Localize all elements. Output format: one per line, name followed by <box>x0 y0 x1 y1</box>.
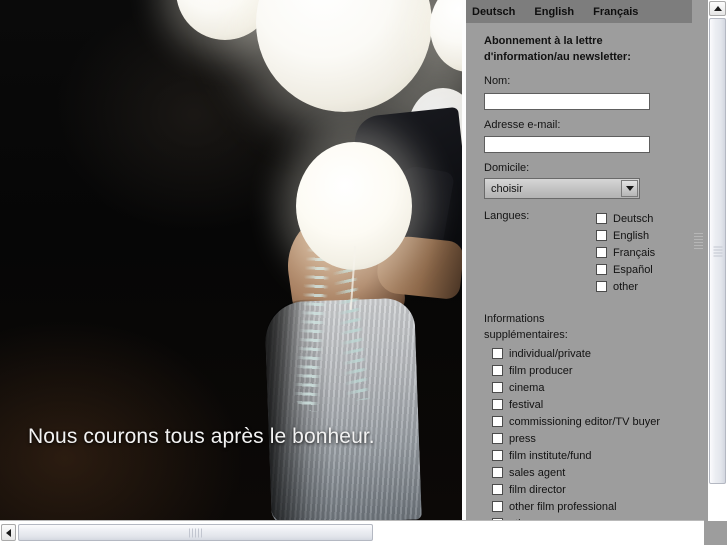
checkbox-icon[interactable] <box>492 348 503 359</box>
window-vertical-scrollbar[interactable] <box>704 0 727 545</box>
name-input[interactable] <box>484 93 650 110</box>
checkbox-icon[interactable] <box>492 416 503 427</box>
form-title: Abonnement à la lettre d'information/au … <box>484 33 680 65</box>
window-scroll-left-button[interactable] <box>1 524 16 541</box>
checkbox-icon[interactable] <box>596 213 607 224</box>
checkbox-row[interactable]: individual/private <box>492 345 686 362</box>
language-tab-deutsch[interactable]: Deutsch <box>472 6 515 18</box>
scrollbar-grip <box>713 246 722 257</box>
checkbox-row[interactable]: press <box>492 430 686 447</box>
checkbox-row[interactable]: commissioning editor/TV buyer <box>492 413 686 430</box>
horizontal-scroll-thumb[interactable] <box>18 524 373 541</box>
checkbox-icon[interactable] <box>492 433 503 444</box>
checkbox-row[interactable]: film producer <box>492 362 686 379</box>
checkbox-row[interactable]: cinema <box>492 379 686 396</box>
checkbox-row[interactable]: Français <box>596 244 655 261</box>
checkbox-label: other film professional <box>509 501 617 513</box>
checkbox-icon[interactable] <box>492 399 503 410</box>
checkbox-label: film institute/fund <box>509 450 592 462</box>
scrollbar-corner <box>704 521 727 545</box>
email-label: Adresse e-mail: <box>484 119 686 131</box>
checkbox-icon[interactable] <box>596 230 607 241</box>
checkbox-row[interactable]: English <box>596 227 655 244</box>
languages-group: Langues: Deutsch English Français <box>484 210 686 295</box>
checkbox-icon[interactable] <box>492 365 503 376</box>
checkbox-row[interactable]: sales agent <box>492 464 686 481</box>
checkbox-icon[interactable] <box>596 247 607 258</box>
scrollbar-grip <box>189 528 203 537</box>
checkbox-row[interactable]: Deutsch <box>596 210 655 227</box>
language-tab-bar: Deutsch English Français <box>466 0 692 23</box>
checkbox-label: sales agent <box>509 467 565 479</box>
domicile-label: Domicile: <box>484 162 686 174</box>
extra-info-group: individual/private film producer cinema … <box>492 345 686 521</box>
promotional-photo: Nous courons tous après le bonheur. <box>0 0 462 521</box>
checkbox-label: film director <box>509 484 566 496</box>
vertical-scroll-thumb[interactable] <box>709 18 726 484</box>
checkbox-row[interactable]: festival <box>492 396 686 413</box>
checkbox-icon[interactable] <box>492 467 503 478</box>
checkbox-label: Français <box>613 247 655 259</box>
checkbox-icon[interactable] <box>596 264 607 275</box>
browser-viewport: Nous courons tous après le bonheur. Deut… <box>0 0 727 545</box>
newsletter-panel: Deutsch English Français Abonnement à la… <box>466 0 704 521</box>
checkbox-label: English <box>613 230 649 242</box>
checkbox-label: Deutsch <box>613 213 653 225</box>
photo-caption: Nous courons tous après le bonheur. <box>28 425 375 449</box>
checkbox-label: commissioning editor/TV buyer <box>509 416 660 428</box>
checkbox-label: Español <box>613 264 653 276</box>
checkbox-icon[interactable] <box>492 501 503 512</box>
checkbox-row[interactable]: Español <box>596 261 655 278</box>
checkbox-label: festival <box>509 399 543 411</box>
scrollbar-grip[interactable] <box>694 233 703 249</box>
language-tab-francais[interactable]: Français <box>593 6 638 18</box>
checkbox-icon[interactable] <box>492 382 503 393</box>
checkbox-label: cinema <box>509 382 544 394</box>
checkbox-label: individual/private <box>509 348 591 360</box>
email-input[interactable] <box>484 136 650 153</box>
checkbox-row[interactable]: film director <box>492 481 686 498</box>
checkbox-row[interactable]: other <box>596 278 655 295</box>
domicile-select-value: choisir <box>484 178 640 199</box>
name-label: Nom: <box>484 75 686 87</box>
window-horizontal-scrollbar[interactable] <box>0 520 704 545</box>
checkbox-icon[interactable] <box>596 281 607 292</box>
checkbox-label: film producer <box>509 365 573 377</box>
chevron-down-icon[interactable] <box>621 180 638 197</box>
checkbox-row[interactable]: other film professional <box>492 498 686 515</box>
checkbox-icon[interactable] <box>492 450 503 461</box>
language-tab-english[interactable]: English <box>534 6 574 18</box>
triangle-left-icon <box>6 529 11 537</box>
inner-vertical-scrollbar[interactable] <box>692 23 704 521</box>
newsletter-form: Abonnement à la lettre d'information/au … <box>466 23 704 521</box>
checkbox-label: press <box>509 433 536 445</box>
window-scroll-up-button[interactable] <box>709 1 726 16</box>
checkbox-label: other <box>613 281 638 293</box>
languages-label: Langues: <box>484 210 596 295</box>
extra-info-label: Informations supplémentaires: <box>484 311 594 343</box>
triangle-up-icon <box>714 6 722 11</box>
checkbox-icon[interactable] <box>492 484 503 495</box>
domicile-select[interactable]: choisir <box>484 178 640 199</box>
photo-content-pane: Nous courons tous après le bonheur. <box>0 0 466 521</box>
checkbox-row[interactable]: film institute/fund <box>492 447 686 464</box>
